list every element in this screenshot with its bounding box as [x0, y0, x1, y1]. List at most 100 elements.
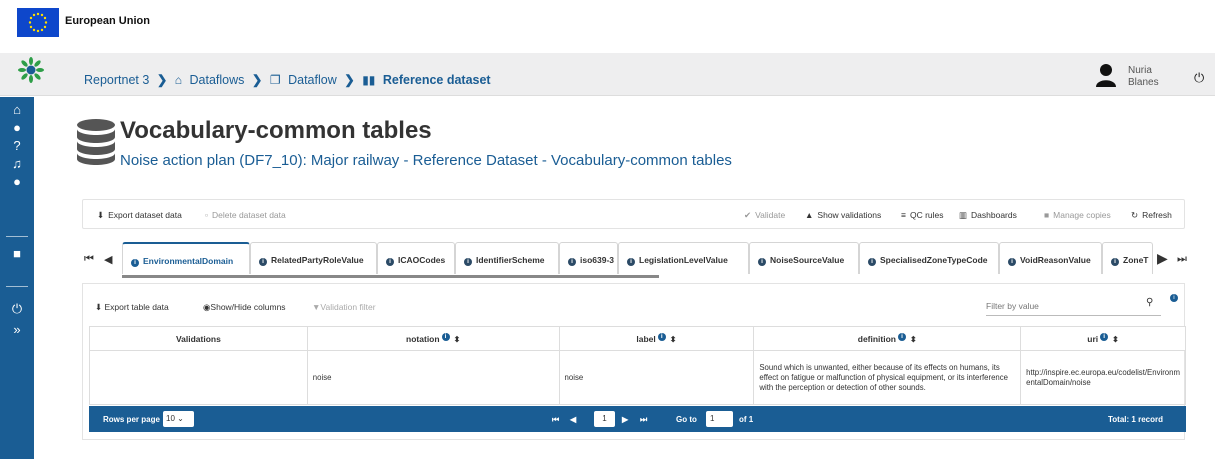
eu-flag-icon: [17, 8, 59, 37]
rows-per-page-select[interactable]: 10 ⌄: [163, 411, 194, 427]
refresh-button[interactable]: ↻ Refresh: [1131, 210, 1172, 221]
tab-specialised-zone-type-code[interactable]: i SpecialisedZoneTypeCode: [859, 242, 999, 274]
breadcrumb-reportnet[interactable]: Reportnet 3: [84, 73, 149, 87]
tab-noise-source-value[interactable]: i NoiseSourceValue: [749, 242, 859, 274]
cell-validations[interactable]: [89, 350, 308, 405]
warning-icon: ▲: [805, 210, 814, 220]
paginator: Rows per page 10 ⌄ ⏮ ◀ 1 ▶ ⏭ Go to 1 of …: [89, 406, 1186, 432]
reportnet-logo-icon[interactable]: [18, 57, 44, 83]
info-icon[interactable]: i: [898, 333, 906, 341]
info-icon: i: [1008, 258, 1016, 266]
current-page[interactable]: 1: [594, 411, 615, 427]
sort-icon[interactable]: ⬍: [910, 335, 917, 344]
validation-filter-button[interactable]: ▼Validation filter: [312, 302, 376, 312]
database-icon: [77, 119, 115, 165]
info-icon: i: [627, 258, 635, 266]
help-icon[interactable]: ?: [0, 138, 34, 153]
chevron-down-icon: ⌄: [177, 414, 184, 423]
page-count: of 1: [739, 415, 754, 424]
rows-per-page-label: Rows per page: [103, 415, 160, 424]
tab-related-party-role-value[interactable]: i RelatedPartyRoleValue: [250, 242, 377, 274]
info-icon[interactable]: i: [1170, 294, 1178, 302]
breadcrumb-dataflow[interactable]: Dataflow: [288, 73, 337, 87]
info-icon: i: [259, 258, 267, 266]
book-icon: ▮▮: [362, 72, 376, 87]
tab-icao-codes[interactable]: i ICAOCodes: [377, 242, 455, 274]
table-row[interactable]: noise noise Sound which is unwanted, eit…: [89, 350, 1186, 405]
validate-button[interactable]: ✔ Validate: [744, 210, 785, 221]
cell-definition[interactable]: Sound which is unwanted, either because …: [753, 350, 1022, 405]
last-page-icon[interactable]: ⏭: [640, 415, 647, 425]
next-page-icon[interactable]: ▶: [622, 415, 628, 424]
sort-icon[interactable]: ⬍: [454, 335, 461, 344]
logout-power-icon[interactable]: ⏻: [1194, 70, 1204, 86]
export-dataset-button[interactable]: ⬇ Export dataset data: [97, 210, 182, 221]
home-icon[interactable]: ⌂: [0, 102, 34, 117]
cell-label[interactable]: noise: [558, 350, 755, 405]
show-validations-button[interactable]: ▲ Show validations: [805, 210, 881, 220]
user-circle-icon[interactable]: ●: [0, 120, 34, 135]
export-table-button[interactable]: ⬇ Export table data: [95, 302, 169, 313]
next-tab-icon[interactable]: ▶: [1157, 250, 1168, 267]
first-page-icon[interactable]: ⏮: [552, 415, 559, 425]
top-bar: Reportnet 3 ❯ ⌂ Dataflows ❯ ❐ Dataflow ❯…: [0, 53, 1215, 96]
column-header-definition[interactable]: definition i ⬍: [753, 326, 1022, 351]
eu-label: European Union: [65, 15, 150, 27]
chart-icon: ▥: [959, 210, 968, 220]
total-records: Total: 1 record: [1108, 415, 1163, 424]
tab-zonet[interactable]: i ZoneT: [1102, 242, 1153, 274]
filter-input[interactable]: Filter by value: [986, 298, 1161, 316]
page-subtitle: Noise action plan (DF7_10): Major railwa…: [120, 152, 732, 169]
prev-tab-icon[interactable]: ◀: [104, 253, 112, 266]
qc-rules-button[interactable]: ≡ QC rules: [901, 210, 944, 220]
column-header-uri[interactable]: uri i ⬍: [1020, 326, 1186, 351]
info-icon: i: [868, 258, 876, 266]
last-tab-icon[interactable]: ⏭: [1177, 253, 1187, 266]
info-icon[interactable]: i: [1100, 333, 1109, 341]
sort-icon[interactable]: ⬍: [670, 335, 677, 344]
tab-void-reason-value[interactable]: i VoidReasonValue: [999, 242, 1102, 274]
info-icon: i: [568, 258, 576, 266]
sidebar-divider: [6, 236, 28, 237]
expand-icon[interactable]: »: [0, 322, 34, 337]
clone-icon: ❐: [269, 72, 281, 87]
power-icon[interactable]: ⏻: [0, 301, 34, 317]
trash-icon: ▫: [205, 210, 209, 220]
delete-dataset-button[interactable]: ▫ Delete dataset data: [205, 210, 286, 220]
goto-label: Go to: [676, 415, 697, 424]
left-sidebar: ⌂ ● ? ♫ ● ■ ⏻ »: [0, 97, 34, 459]
goto-page-input[interactable]: 1: [706, 411, 733, 427]
user-name[interactable]: Nuria Blanes: [1128, 65, 1159, 89]
info-icon[interactable]: i: [441, 333, 450, 341]
manage-copies-button[interactable]: ■ Manage copies: [1044, 210, 1111, 220]
tab-legislation-level-value[interactable]: i LegislationLevelValue: [618, 242, 749, 274]
table-tabs: ⏮ ◀ i EnvironmentalDomain i RelatedPartyRo…: [82, 241, 1187, 278]
cell-notation[interactable]: noise: [306, 350, 560, 405]
cell-uri[interactable]: http://inspire.ec.europa.eu/codelist/Env…: [1020, 350, 1186, 405]
tabs-scrollbar[interactable]: [122, 275, 659, 278]
bell-icon[interactable]: ♫: [0, 156, 34, 171]
breadcrumb-dataflows[interactable]: Dataflows: [190, 73, 245, 87]
tab-iso639-3[interactable]: i iso639-3: [559, 242, 618, 274]
lock-icon[interactable]: ■: [0, 246, 34, 261]
tab-identifier-scheme[interactable]: i IdentifierScheme: [455, 242, 559, 274]
info-icon[interactable]: i: [657, 333, 666, 341]
chat-icon[interactable]: ●: [0, 174, 34, 189]
tab-environmental-domain[interactable]: i EnvironmentalDomain: [122, 242, 250, 274]
sort-icon[interactable]: ⬍: [1112, 335, 1119, 344]
data-table: Validations notation i ⬍ label i ⬍ definitio…: [89, 326, 1186, 405]
first-tab-icon[interactable]: ⏮: [84, 253, 94, 266]
chevron-right-icon: ❯: [251, 73, 263, 88]
breadcrumb-reference-dataset: Reference dataset: [382, 72, 491, 87]
show-hide-columns-button[interactable]: ◉Show/Hide columns: [203, 302, 286, 313]
user-avatar-icon[interactable]: [1096, 63, 1116, 87]
prev-page-icon[interactable]: ◀: [570, 415, 576, 424]
home-icon: ⌂: [174, 72, 183, 87]
column-header-notation[interactable]: notation i ⬍: [306, 326, 560, 351]
search-icon[interactable]: ⚲: [1146, 297, 1153, 308]
chevron-right-icon: ❯: [156, 73, 168, 88]
refresh-icon: ↻: [1131, 210, 1139, 220]
column-header-label[interactable]: label i ⬍: [558, 326, 755, 351]
list-icon: ≡: [901, 210, 906, 220]
dashboards-button[interactable]: ▥ Dashboards: [959, 210, 1017, 221]
